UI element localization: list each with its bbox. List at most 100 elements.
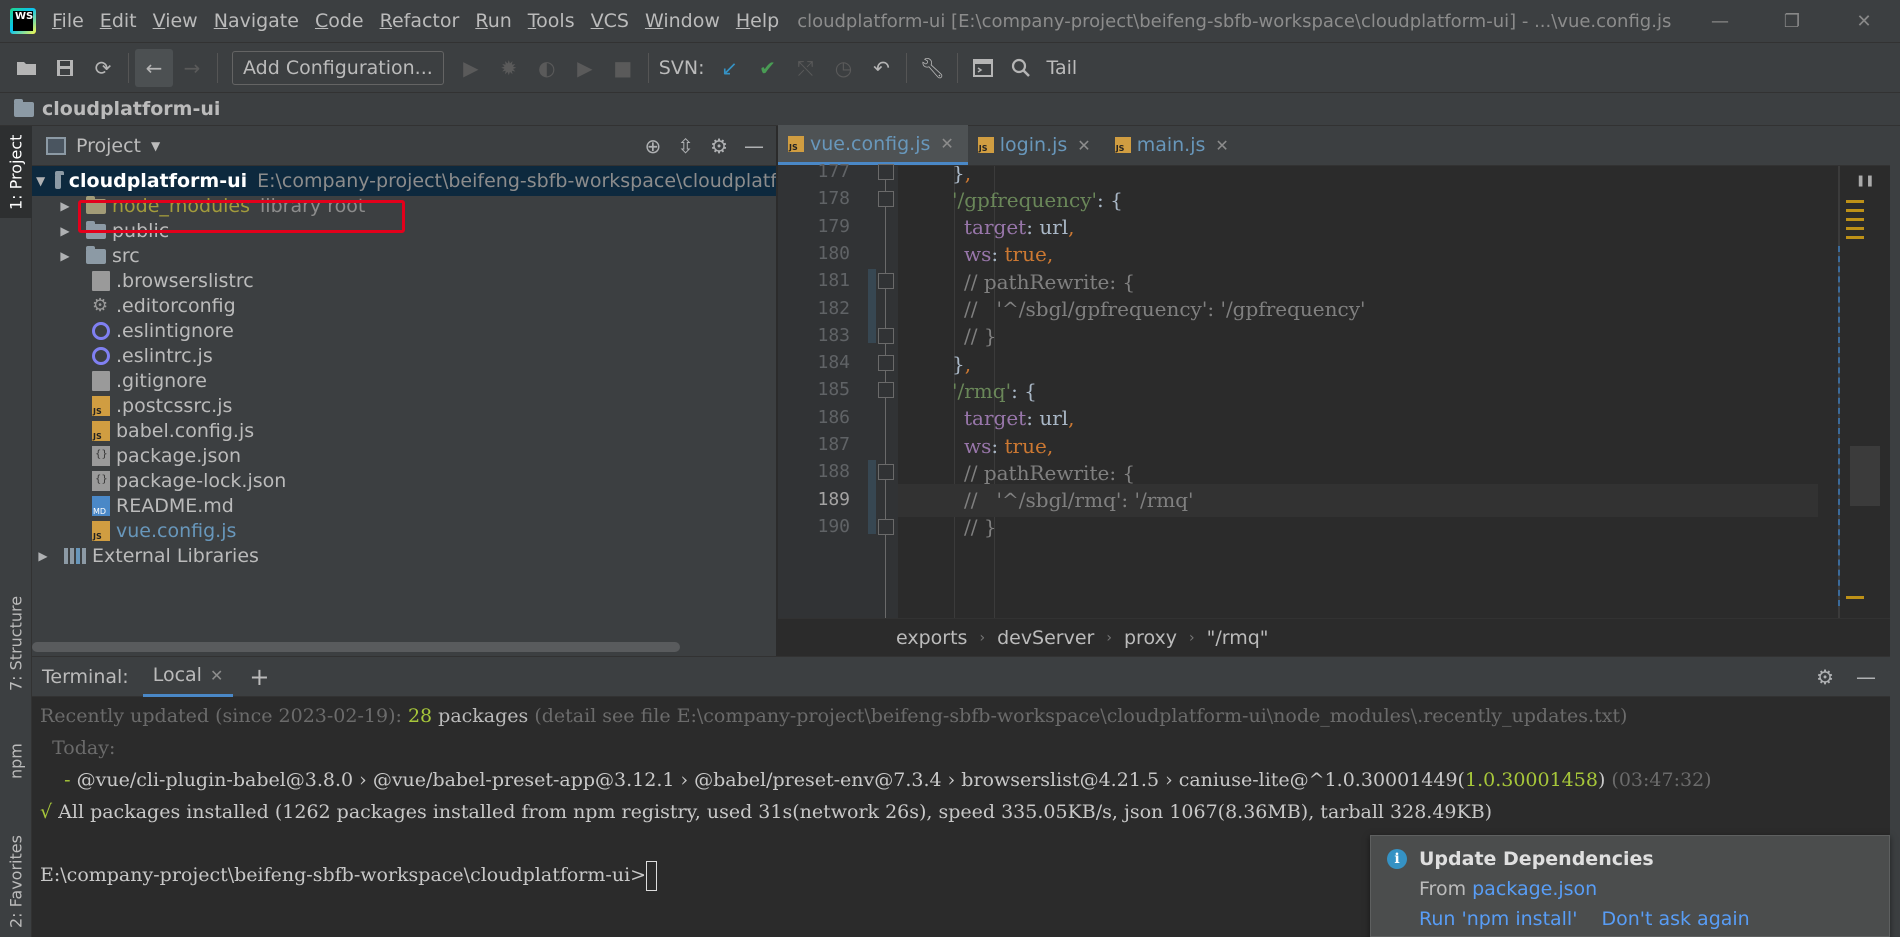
close-icon[interactable]: ✕ <box>1215 136 1228 155</box>
vcs-change-marker[interactable] <box>868 460 876 535</box>
tab-project[interactable]: 1: Project <box>0 126 32 218</box>
terminal-cursor <box>646 861 658 891</box>
toolbar-separator <box>128 52 129 83</box>
code-token: // } <box>964 324 997 349</box>
hide-panel-icon[interactable]: — <box>744 134 764 158</box>
svn-label: SVN: <box>658 56 705 79</box>
debug-icon[interactable]: ✹ <box>490 49 528 87</box>
settings-wrench-icon[interactable]: 🔧︎ <box>913 49 951 87</box>
menu-view[interactable]: View <box>145 0 206 42</box>
json-file-icon <box>92 471 110 491</box>
svn-update-icon[interactable]: ↙ <box>710 49 748 87</box>
close-icon[interactable]: ✕ <box>940 134 953 153</box>
code-token: : <box>991 433 1005 458</box>
run-profile-icon[interactable]: ▶ <box>566 49 604 87</box>
fold-marker-icon[interactable] <box>878 355 894 372</box>
sync-icon[interactable]: ⟳ <box>84 49 122 87</box>
menu-refactor[interactable]: Refactor <box>372 0 468 42</box>
tab-login[interactable]: login.js ✕ <box>968 125 1105 165</box>
save-all-icon[interactable] <box>46 49 84 87</box>
package-json-link[interactable]: package.json <box>1472 878 1597 900</box>
svn-revert-icon[interactable]: ↶ <box>862 49 900 87</box>
code-token: { <box>1110 187 1123 212</box>
add-terminal-icon[interactable]: + <box>249 663 269 691</box>
fold-marker-icon[interactable] <box>878 518 894 535</box>
menu-code[interactable]: Code <box>307 0 372 42</box>
gear-icon[interactable]: ⚙ <box>1816 665 1834 689</box>
fold-marker-icon[interactable] <box>878 164 894 180</box>
chevron-down-icon[interactable]: ▼ <box>151 139 160 153</box>
menu-file[interactable]: File <box>44 0 92 42</box>
locate-target-icon[interactable]: ⊕ <box>645 134 662 158</box>
fold-marker-icon[interactable] <box>878 191 894 208</box>
run-icon[interactable]: ▶ <box>452 49 490 87</box>
forward-arrow-icon[interactable]: → <box>173 49 211 87</box>
tail-button[interactable]: Tail <box>1046 57 1077 79</box>
vcs-change-marker[interactable] <box>868 269 876 344</box>
add-configuration-button[interactable]: Add Configuration... <box>232 50 444 85</box>
hide-panel-icon[interactable]: — <box>1856 665 1876 689</box>
close-window-icon[interactable]: ✕ <box>1828 0 1900 42</box>
menu-run[interactable]: Run <box>467 0 519 42</box>
fold-marker-icon[interactable] <box>878 327 894 344</box>
chevron-right-icon[interactable]: ▶ <box>36 549 50 563</box>
search-icon[interactable] <box>1002 49 1040 87</box>
js-file-icon <box>92 396 110 416</box>
open-folder-icon[interactable] <box>8 49 46 87</box>
window-title: cloudplatform-ui [E:\company-project\bei… <box>797 10 1672 32</box>
fold-marker-icon[interactable] <box>878 273 894 290</box>
minimize-icon[interactable]: — <box>1684 0 1756 42</box>
back-arrow-icon[interactable]: ← <box>135 48 173 87</box>
chevron-right-icon[interactable]: ▶ <box>58 249 72 263</box>
minimap-viewport[interactable] <box>1850 446 1880 506</box>
svn-commit-icon[interactable]: ✔ <box>748 49 786 87</box>
tree-item-label: .editorconfig <box>116 295 236 317</box>
svn-history-icon[interactable]: ◷ <box>824 49 862 87</box>
menu-help[interactable]: Help <box>728 0 787 42</box>
terminal-tab-local[interactable]: Local ✕ <box>142 656 234 697</box>
breadcrumb-item[interactable]: proxy <box>1124 627 1177 649</box>
close-icon[interactable]: ✕ <box>210 666 223 685</box>
breadcrumb-item[interactable]: exports <box>896 627 967 649</box>
line-number: 189 <box>817 488 850 510</box>
webstorm-logo-icon[interactable]: WS <box>10 8 36 34</box>
fold-marker-icon[interactable] <box>878 464 894 481</box>
dont-ask-again-link[interactable]: Don't ask again <box>1601 908 1749 930</box>
tab-favorites[interactable]: 2: Favorites <box>0 826 32 937</box>
project-view-title[interactable]: Project <box>76 135 141 157</box>
stop-icon[interactable]: ■ <box>604 49 642 87</box>
menu-tools[interactable]: Tools <box>520 0 583 42</box>
terminal-window-icon[interactable] <box>964 49 1002 87</box>
fold-marker-icon[interactable] <box>878 382 894 399</box>
menu-vcs[interactable]: VCS <box>583 0 637 42</box>
coverage-icon[interactable]: ◐ <box>528 49 566 87</box>
pause-icon[interactable]: ❚❚ <box>1856 174 1874 187</box>
folder-icon <box>55 170 64 189</box>
breadcrumb-item[interactable]: devServer <box>997 627 1094 649</box>
gear-icon[interactable]: ⚙ <box>710 134 728 158</box>
nav-project-name[interactable]: cloudplatform-ui <box>42 98 220 120</box>
svn-compare-icon[interactable]: ⤲ <box>786 49 824 87</box>
menu-window[interactable]: Window <box>637 0 728 42</box>
close-icon[interactable]: ✕ <box>1077 136 1090 155</box>
restore-icon[interactable]: ❐ <box>1756 0 1828 42</box>
tree-row-external-libraries[interactable]: ▶ External Libraries <box>32 541 776 571</box>
menu-navigate[interactable]: Navigate <box>206 0 307 42</box>
code-area[interactable]: }, '/gpfrequency': {target: url, ws: true,… <box>898 166 1818 618</box>
tab-main[interactable]: main.js ✕ <box>1105 125 1243 165</box>
run-npm-install-link[interactable]: Run 'npm install' <box>1419 908 1577 930</box>
code-line[interactable]: // } <box>898 511 1818 544</box>
breadcrumb-item[interactable]: "/rmq" <box>1207 627 1269 649</box>
chevron-right-icon[interactable]: ▶ <box>58 224 72 238</box>
tab-npm[interactable]: npm <box>0 726 32 796</box>
tab-vue-config[interactable]: vue.config.js ✕ <box>778 125 968 165</box>
code-minimap[interactable]: ❚❚ <box>1838 166 1890 618</box>
project-horizontal-scrollbar[interactable] <box>32 642 680 652</box>
terminal-line: - @vue/cli-plugin-babel@3.8.0 › @vue/bab… <box>40 769 1712 791</box>
chevron-down-icon[interactable]: ▼ <box>36 174 45 188</box>
chevron-right-icon[interactable]: ▶ <box>58 199 72 213</box>
menu-edit[interactable]: Edit <box>92 0 145 42</box>
tab-structure[interactable]: 7: Structure <box>0 586 32 701</box>
code-token: '/gpfrequency' <box>952 187 1098 212</box>
collapse-all-icon[interactable]: ⇳ <box>677 134 694 158</box>
